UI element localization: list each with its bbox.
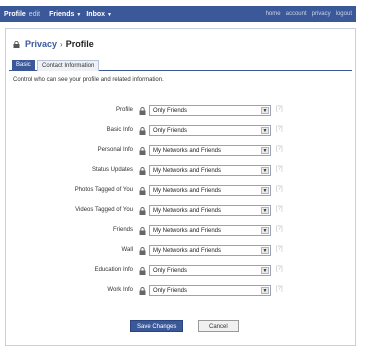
lock-icon — [139, 147, 146, 155]
setting-row: Work Info Only Friends ▼ [?] — [6, 285, 357, 297]
chevron-down-icon: ▼ — [261, 247, 269, 254]
setting-row: Education Info Only Friends ▼ [?] — [6, 265, 357, 277]
privacy-select[interactable]: Only Friends ▼ — [149, 125, 271, 136]
setting-row: Personal Info My Networks and Friends ▼ [… — [6, 145, 357, 157]
nav-privacy-link[interactable]: privacy — [312, 11, 331, 17]
nav-account-link[interactable]: account — [286, 11, 307, 17]
privacy-select[interactable]: Only Friends ▼ — [149, 105, 271, 116]
page-title: Profile — [65, 39, 94, 49]
lock-icon — [139, 287, 146, 295]
page-description: Control who can see your profile and rel… — [13, 77, 164, 83]
chevron-down-icon: ▼ — [261, 287, 269, 294]
help-link[interactable]: [?] — [276, 146, 283, 152]
privacy-select-value: Only Friends — [153, 268, 188, 274]
setting-label: Friends — [112, 227, 133, 233]
privacy-select[interactable]: My Networks and Friends ▼ — [149, 225, 271, 236]
setting-label: Videos Tagged of You — [75, 207, 133, 213]
privacy-select-value: My Networks and Friends — [153, 248, 222, 254]
help-link[interactable]: [?] — [276, 166, 283, 172]
setting-row: Photos Tagged of You My Networks and Fri… — [6, 185, 357, 197]
breadcrumb-privacy-link[interactable]: Privacy — [25, 39, 57, 49]
privacy-select-value: Only Friends — [153, 128, 188, 134]
help-link[interactable]: [?] — [276, 206, 283, 212]
lock-icon — [139, 127, 146, 135]
lock-icon — [139, 187, 146, 195]
help-link[interactable]: [?] — [276, 266, 283, 272]
privacy-select[interactable]: My Networks and Friends ▼ — [149, 205, 271, 216]
privacy-select[interactable]: My Networks and Friends ▼ — [149, 245, 271, 256]
privacy-panel: Privacy › Profile Basic Contact Informat… — [5, 28, 356, 346]
setting-label: Wall — [121, 247, 133, 253]
lock-icon — [139, 207, 146, 215]
privacy-select-value: My Networks and Friends — [153, 208, 222, 214]
nav-left: Profile edit Friends ▼ Inbox ▼ — [0, 11, 117, 18]
privacy-select-value: My Networks and Friends — [153, 228, 222, 234]
cancel-button[interactable]: Cancel — [198, 320, 239, 332]
setting-label: Profile — [115, 107, 133, 113]
nav-inbox-menu[interactable]: Inbox ▼ — [86, 11, 112, 18]
lock-icon — [139, 227, 146, 235]
chevron-down-icon: ▼ — [261, 167, 269, 174]
chevron-down-icon: ▼ — [261, 147, 269, 154]
help-link[interactable]: [?] — [276, 286, 283, 292]
nav-edit-link[interactable]: edit — [29, 11, 40, 18]
chevron-down-icon: ▼ — [261, 267, 269, 274]
setting-label: Photos Tagged of You — [74, 187, 133, 193]
nav-logout-link[interactable]: logout — [336, 11, 352, 17]
setting-label: Status Updates — [91, 167, 133, 173]
lock-icon — [13, 40, 20, 48]
chevron-down-icon: ▼ — [261, 187, 269, 194]
setting-row: Wall My Networks and Friends ▼ [?] — [6, 245, 357, 257]
nav-profile-link[interactable]: Profile — [4, 11, 26, 18]
lock-icon — [139, 267, 146, 275]
privacy-select[interactable]: My Networks and Friends ▼ — [149, 145, 271, 156]
nav-friends-label: Friends — [49, 10, 75, 18]
privacy-select-value: My Networks and Friends — [153, 148, 222, 154]
chevron-down-icon: ▼ — [261, 107, 269, 114]
setting-label: Education Info — [94, 267, 133, 273]
form-actions: Save Changes Cancel — [6, 320, 357, 332]
help-link[interactable]: [?] — [276, 106, 283, 112]
privacy-select-value: Only Friends — [153, 288, 188, 294]
tab-contact-information[interactable]: Contact Information — [37, 60, 100, 71]
tab-bar: Basic Contact Information — [9, 59, 352, 71]
privacy-select[interactable]: My Networks and Friends ▼ — [149, 185, 271, 196]
top-navigation-bar: Profile edit Friends ▼ Inbox ▼ home accoun… — [0, 6, 356, 22]
help-link[interactable]: [?] — [276, 226, 283, 232]
chevron-down-icon: ▼ — [261, 227, 269, 234]
help-link[interactable]: [?] — [276, 186, 283, 192]
chevron-down-icon: ▼ — [107, 11, 112, 18]
help-link[interactable]: [?] — [276, 126, 283, 132]
lock-icon — [139, 107, 146, 115]
help-link[interactable]: [?] — [276, 246, 283, 252]
setting-row: Basic Info Only Friends ▼ [?] — [6, 125, 357, 137]
save-changes-button[interactable]: Save Changes — [130, 320, 184, 332]
lock-icon — [139, 167, 146, 175]
nav-inbox-label: Inbox — [86, 10, 106, 18]
setting-row: Videos Tagged of You My Networks and Fri… — [6, 205, 357, 217]
setting-row: Status Updates My Networks and Friends ▼ … — [6, 165, 357, 177]
setting-label: Personal Info — [97, 147, 133, 153]
chevron-down-icon: ▼ — [76, 11, 82, 18]
breadcrumb-separator: › — [60, 39, 63, 49]
tab-basic[interactable]: Basic — [12, 60, 35, 71]
nav-right: home account privacy logout — [261, 11, 356, 17]
privacy-select[interactable]: My Networks and Friends ▼ — [149, 165, 271, 176]
setting-label: Basic Info — [106, 127, 133, 133]
nav-home-link[interactable]: home — [266, 11, 281, 17]
setting-row: Profile Only Friends ▼ [?] — [6, 105, 357, 117]
privacy-select-value: My Networks and Friends — [153, 188, 222, 194]
privacy-select-value: Only Friends — [153, 108, 188, 114]
lock-icon — [139, 247, 146, 255]
chevron-down-icon: ▼ — [261, 127, 269, 134]
setting-row: Friends My Networks and Friends ▼ [?] — [6, 225, 357, 237]
privacy-select[interactable]: Only Friends ▼ — [149, 285, 271, 296]
nav-friends-menu[interactable]: Friends ▼ — [49, 11, 81, 18]
privacy-select[interactable]: Only Friends ▼ — [149, 265, 271, 276]
setting-label: Work Info — [107, 287, 133, 293]
privacy-select-value: My Networks and Friends — [153, 168, 222, 174]
chevron-down-icon: ▼ — [261, 207, 269, 214]
breadcrumb: Privacy › Profile — [13, 39, 94, 49]
